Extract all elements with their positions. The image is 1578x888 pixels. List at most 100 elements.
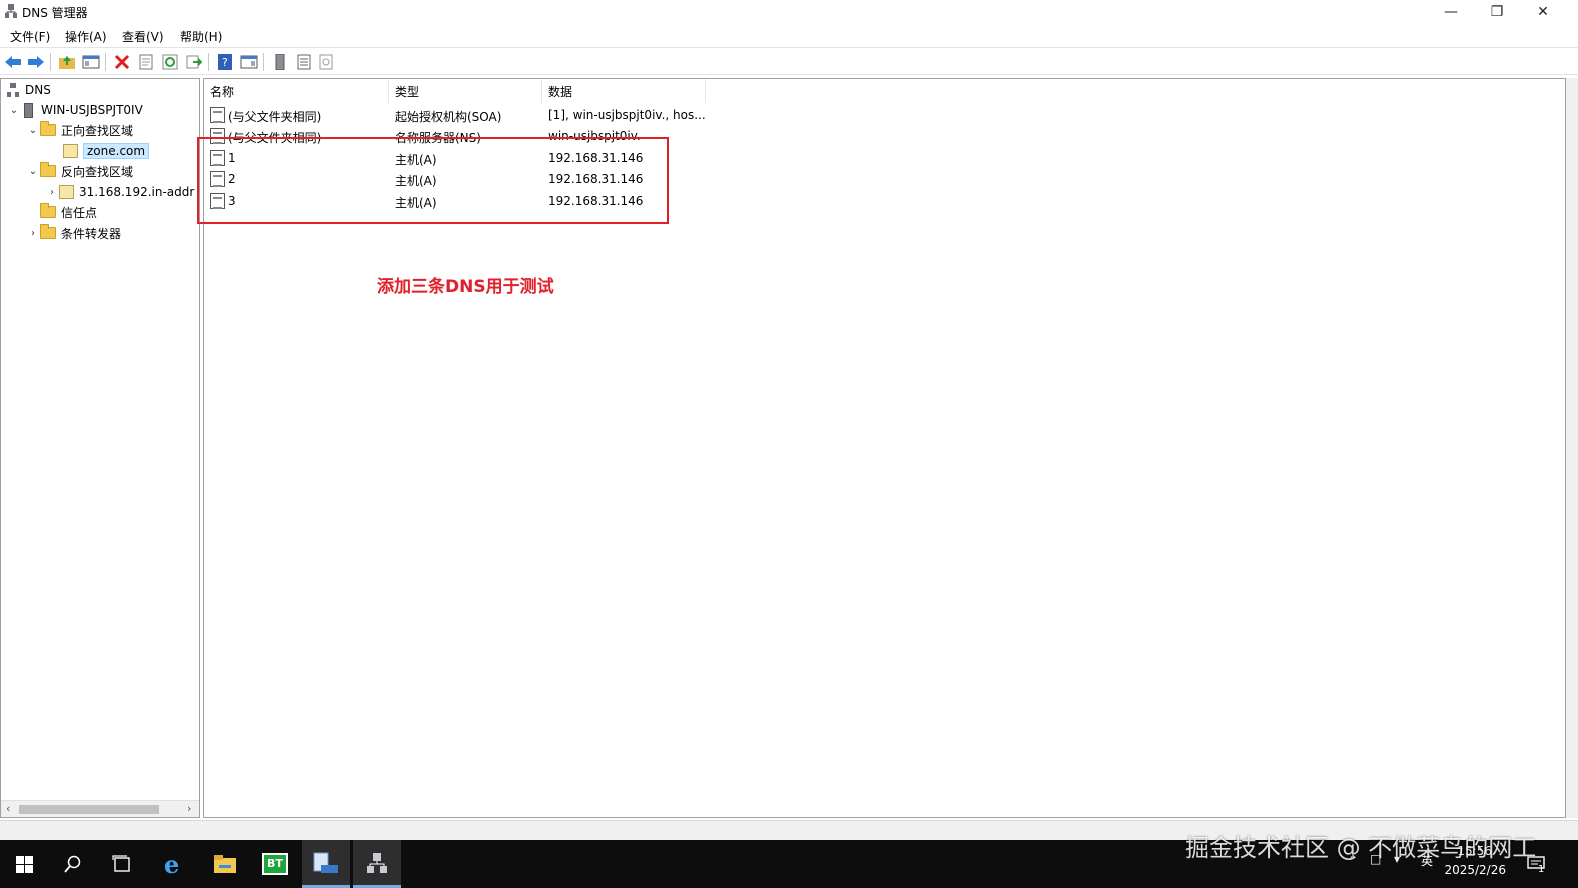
restore-button[interactable]: ❐ (1474, 0, 1520, 24)
forward-button[interactable] (26, 52, 46, 72)
folder-icon (40, 203, 56, 218)
server-manager-icon (313, 852, 338, 873)
file-explorer-icon (214, 855, 236, 873)
chevron-down-icon[interactable]: ⌄ (26, 166, 40, 177)
task-view-button[interactable] (98, 840, 146, 888)
search-icon (64, 855, 81, 873)
help-icon: ? (218, 54, 232, 70)
bt-panel-icon: BT (262, 853, 288, 875)
table-row[interactable]: (与父文件夹相同) 起始授权机构(SOA) [1], win-usjbspjt0… (204, 105, 724, 126)
internet-explorer-icon: e (164, 852, 179, 876)
zone-icon (63, 144, 78, 158)
column-header-type[interactable]: 类型 (389, 79, 542, 103)
menu-action[interactable]: 操作(A) (65, 28, 107, 45)
toolbar-separator (208, 53, 209, 71)
console-tree-icon (82, 55, 100, 69)
properties-icon (139, 54, 153, 70)
dns-manager-icon (5, 4, 17, 18)
annotation-text: 添加三条DNS用于测试 (377, 277, 554, 297)
menu-file[interactable]: 文件(F) (10, 28, 50, 45)
toolbar-separator (50, 53, 51, 71)
console-tree: DNS ⌄ WIN-USJBSPJT0IV ⌄ 正向查找区域 zone.com … (0, 78, 200, 818)
tree-label-dns: DNS (25, 83, 51, 97)
title-bar: DNS 管理器 — ❐ ✕ (0, 0, 1578, 24)
menu-help[interactable]: 帮助(H) (180, 28, 222, 45)
taskbar-ie[interactable]: e (150, 840, 198, 888)
tree-label-zone-com: zone.com (83, 143, 150, 159)
record-icon (210, 107, 225, 123)
folder-up-icon (59, 56, 75, 69)
record-data: [1], win-usjbspjt0iv., hos... (548, 108, 706, 122)
tree-node-forward-zones[interactable]: ⌄ 正向查找区域 (26, 120, 133, 140)
scroll-left-icon[interactable]: ‹ (6, 802, 10, 815)
tree-node-zone-com[interactable]: zone.com (49, 141, 150, 161)
task-view-icon (112, 855, 130, 872)
help-button[interactable]: ? (215, 52, 235, 72)
filter-button[interactable] (316, 52, 336, 72)
taskbar-file-explorer[interactable] (201, 840, 249, 888)
tree-node-reverse-zone[interactable]: › 31.168.192.in-addr (45, 182, 194, 202)
start-button[interactable] (0, 840, 48, 888)
toolbar: ? (0, 47, 1578, 75)
delete-x-icon (114, 54, 130, 70)
tree-node-trust-points[interactable]: 信任点 (26, 202, 97, 222)
tree-node-conditional-forwarders[interactable]: › 条件转发器 (26, 223, 121, 243)
tree-label-server: WIN-USJBSPJT0IV (41, 103, 143, 117)
taskbar-server-manager[interactable] (302, 840, 350, 888)
scroll-right-icon[interactable]: › (187, 802, 191, 815)
action-pane-icon (240, 55, 258, 69)
list-vertical-scrollbar[interactable] (1566, 78, 1578, 818)
close-icon: ✕ (1537, 4, 1549, 20)
watermark: 掘金技术社区 @ 不做菜鸟的网工 (1185, 834, 1537, 862)
tree-node-server[interactable]: ⌄ WIN-USJBSPJT0IV (7, 100, 143, 120)
refresh-button[interactable] (160, 52, 180, 72)
clock-date[interactable]: 2025/2/26 (1444, 863, 1506, 877)
chevron-right-icon[interactable]: › (26, 228, 40, 239)
export-icon (186, 55, 202, 69)
taskbar-bt-panel[interactable]: BT (251, 840, 299, 888)
properties-button[interactable] (136, 52, 156, 72)
chevron-down-icon[interactable]: ⌄ (7, 105, 21, 116)
server-icon (24, 102, 33, 118)
list-icon (297, 54, 311, 70)
tree-node-dns[interactable]: DNS (7, 80, 51, 100)
search-button[interactable] (49, 840, 97, 888)
server-view-button[interactable] (270, 52, 290, 72)
tree-node-reverse-zones[interactable]: ⌄ 反向查找区域 (26, 161, 133, 181)
folder-icon (40, 121, 56, 136)
chevron-right-icon[interactable]: › (45, 187, 59, 198)
filter-icon (319, 54, 333, 70)
tree-label-reverse-zones: 反向查找区域 (61, 164, 134, 179)
column-header-data[interactable]: 数据 (542, 79, 706, 103)
folder-icon (40, 162, 56, 177)
delete-button[interactable] (112, 52, 132, 72)
list-view-button[interactable] (294, 52, 314, 72)
up-folder-button[interactable] (57, 52, 77, 72)
tree-label-reverse-zone: 31.168.192.in-addr (79, 185, 195, 199)
toolbar-separator (263, 53, 264, 71)
arrow-right-icon (28, 56, 44, 68)
back-button[interactable] (3, 52, 23, 72)
arrow-left-icon (5, 56, 21, 68)
dns-manager-icon (367, 852, 387, 873)
chevron-down-icon[interactable]: ⌄ (26, 125, 40, 136)
highlight-box (197, 137, 669, 224)
export-list-button[interactable] (184, 52, 204, 72)
tree-horizontal-scrollbar[interactable]: ‹ › (1, 800, 199, 817)
zone-icon (59, 185, 74, 199)
folder-icon (40, 224, 56, 239)
action-pane-button[interactable] (239, 52, 259, 72)
window-title: DNS 管理器 (22, 6, 88, 20)
taskbar-dns-manager[interactable] (353, 840, 401, 888)
tree-label-forward-zones: 正向查找区域 (61, 123, 134, 138)
scrollbar-thumb[interactable] (19, 805, 159, 814)
menu-bar: 文件(F) 操作(A) 查看(V) 帮助(H) (0, 25, 1578, 46)
dns-icon (7, 83, 19, 97)
refresh-icon (162, 54, 178, 70)
svg-text:e: e (164, 852, 179, 876)
minimize-button[interactable]: — (1428, 0, 1474, 24)
menu-view[interactable]: 查看(V) (122, 28, 164, 45)
show-hide-tree-button[interactable] (81, 52, 101, 72)
column-header-name[interactable]: 名称 (204, 79, 389, 103)
close-button[interactable]: ✕ (1520, 0, 1566, 24)
